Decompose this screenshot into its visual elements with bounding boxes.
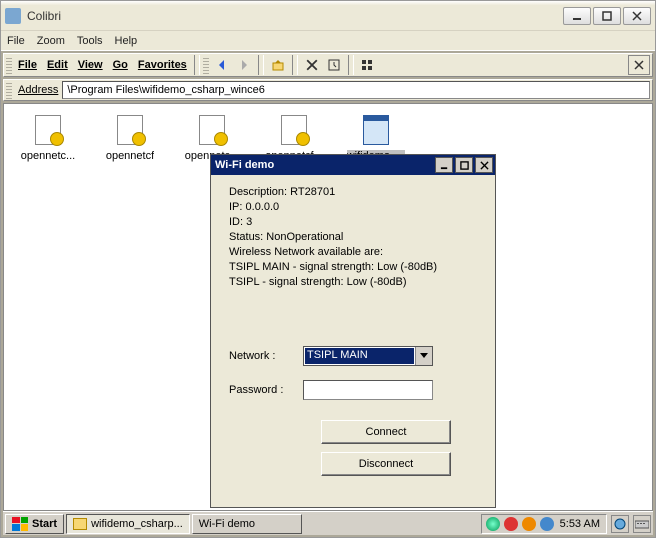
toolbar-grip-icon	[6, 81, 12, 99]
explorer-menu-favorites[interactable]: Favorites	[138, 59, 187, 71]
id-label: ID:	[229, 216, 246, 228]
dialog-maximize-button[interactable]	[455, 157, 473, 173]
explorer-toolbar: File Edit View Go Favorites	[3, 53, 653, 77]
desc-label: Description:	[229, 186, 290, 198]
up-folder-button[interactable]	[267, 55, 289, 75]
dll-file-icon	[278, 114, 310, 146]
minimize-button[interactable]	[563, 7, 591, 25]
available-label: Wireless Network available are:	[229, 245, 483, 260]
network-select-value: TSIPL MAIN	[305, 348, 414, 364]
password-input[interactable]	[303, 380, 433, 400]
network-entry: TSIPL - signal strength: Low (-80dB)	[229, 275, 483, 290]
properties-button[interactable]	[323, 55, 345, 75]
windows-logo-icon	[12, 517, 28, 531]
status-block: Description: RT28701 IP: 0.0.0.0 ID: 3 S…	[229, 185, 483, 290]
forward-button[interactable]	[233, 55, 255, 75]
outer-menubar: File Zoom Tools Help	[1, 31, 655, 51]
status-value: NonOperational	[266, 231, 343, 243]
window-title: Colibri	[27, 9, 563, 23]
file-label: opennetc...	[21, 150, 75, 162]
view-mode-button[interactable]	[357, 55, 379, 75]
tray-volume-icon[interactable]	[540, 517, 554, 531]
tray-network-icon[interactable]	[486, 517, 500, 531]
close-button[interactable]	[623, 7, 651, 25]
taskbar: Start wifidemo_csharp... Wi-Fi demo 5:53…	[3, 511, 653, 535]
start-label: Start	[32, 518, 57, 530]
address-label: Address	[14, 84, 62, 96]
status-label: Status:	[229, 231, 266, 243]
menu-tools[interactable]: Tools	[77, 35, 103, 47]
dialog-minimize-button[interactable]	[435, 157, 453, 173]
dll-file-icon	[196, 114, 228, 146]
dialog-close-button[interactable]	[475, 157, 493, 173]
desc-value: RT28701	[290, 186, 335, 198]
menu-help[interactable]: Help	[115, 35, 138, 47]
wifi-dialog: Wi-Fi demo Description: RT28701 IP: 0.0.…	[210, 154, 496, 508]
network-label: Network :	[229, 350, 303, 362]
explorer-menu-view[interactable]: View	[78, 59, 103, 71]
explorer-menu-go[interactable]: Go	[113, 59, 128, 71]
tray-icon[interactable]	[522, 517, 536, 531]
dll-file-icon	[32, 114, 64, 146]
file-item[interactable]: opennetc...	[16, 114, 80, 162]
system-tray: 5:53 AM	[481, 514, 607, 534]
chevron-down-icon[interactable]	[415, 347, 432, 365]
menu-file[interactable]: File	[7, 35, 25, 47]
network-select[interactable]: TSIPL MAIN	[303, 346, 433, 366]
toolbar-grip-icon	[203, 56, 209, 74]
address-bar: Address	[3, 79, 653, 101]
menu-zoom[interactable]: Zoom	[37, 35, 65, 47]
delete-button[interactable]	[301, 55, 323, 75]
task-label: wifidemo_csharp...	[91, 518, 183, 530]
file-label: opennetcf	[106, 150, 154, 162]
dll-file-icon	[114, 114, 146, 146]
taskbar-task[interactable]: Wi-Fi demo	[192, 514, 302, 534]
ip-label: IP:	[229, 201, 246, 213]
folder-icon	[73, 518, 87, 530]
toolbar-close-button[interactable]	[628, 55, 650, 75]
file-item[interactable]: opennetcf	[98, 114, 162, 162]
toolbar-grip-icon	[6, 56, 12, 74]
explorer-menu-file[interactable]: File	[18, 59, 37, 71]
network-entry: TSIPL MAIN - signal strength: Low (-80dB…	[229, 260, 483, 275]
outer-titlebar: Colibri	[1, 1, 655, 31]
task-label: Wi-Fi demo	[199, 518, 255, 530]
ip-value: 0.0.0.0	[246, 201, 280, 213]
start-button[interactable]: Start	[5, 514, 64, 534]
maximize-button[interactable]	[593, 7, 621, 25]
id-value: 3	[246, 216, 252, 228]
back-button[interactable]	[211, 55, 233, 75]
dialog-title: Wi-Fi demo	[215, 159, 433, 171]
tray-keyboard-button[interactable]	[633, 515, 651, 533]
explorer-menu-edit[interactable]: Edit	[47, 59, 68, 71]
taskbar-task[interactable]: wifidemo_csharp...	[66, 514, 190, 534]
file-pane[interactable]: opennetc... opennetcf opennetc... openne…	[3, 103, 653, 511]
address-input[interactable]	[62, 81, 650, 99]
app-icon	[5, 8, 21, 24]
dialog-titlebar[interactable]: Wi-Fi demo	[211, 155, 495, 175]
password-label: Password :	[229, 384, 303, 396]
tray-desktop-button[interactable]	[611, 515, 629, 533]
tray-alert-icon[interactable]	[504, 517, 518, 531]
app-file-icon	[360, 114, 392, 146]
connect-button[interactable]: Connect	[321, 420, 451, 444]
clock: 5:53 AM	[558, 518, 602, 530]
disconnect-button[interactable]: Disconnect	[321, 452, 451, 476]
